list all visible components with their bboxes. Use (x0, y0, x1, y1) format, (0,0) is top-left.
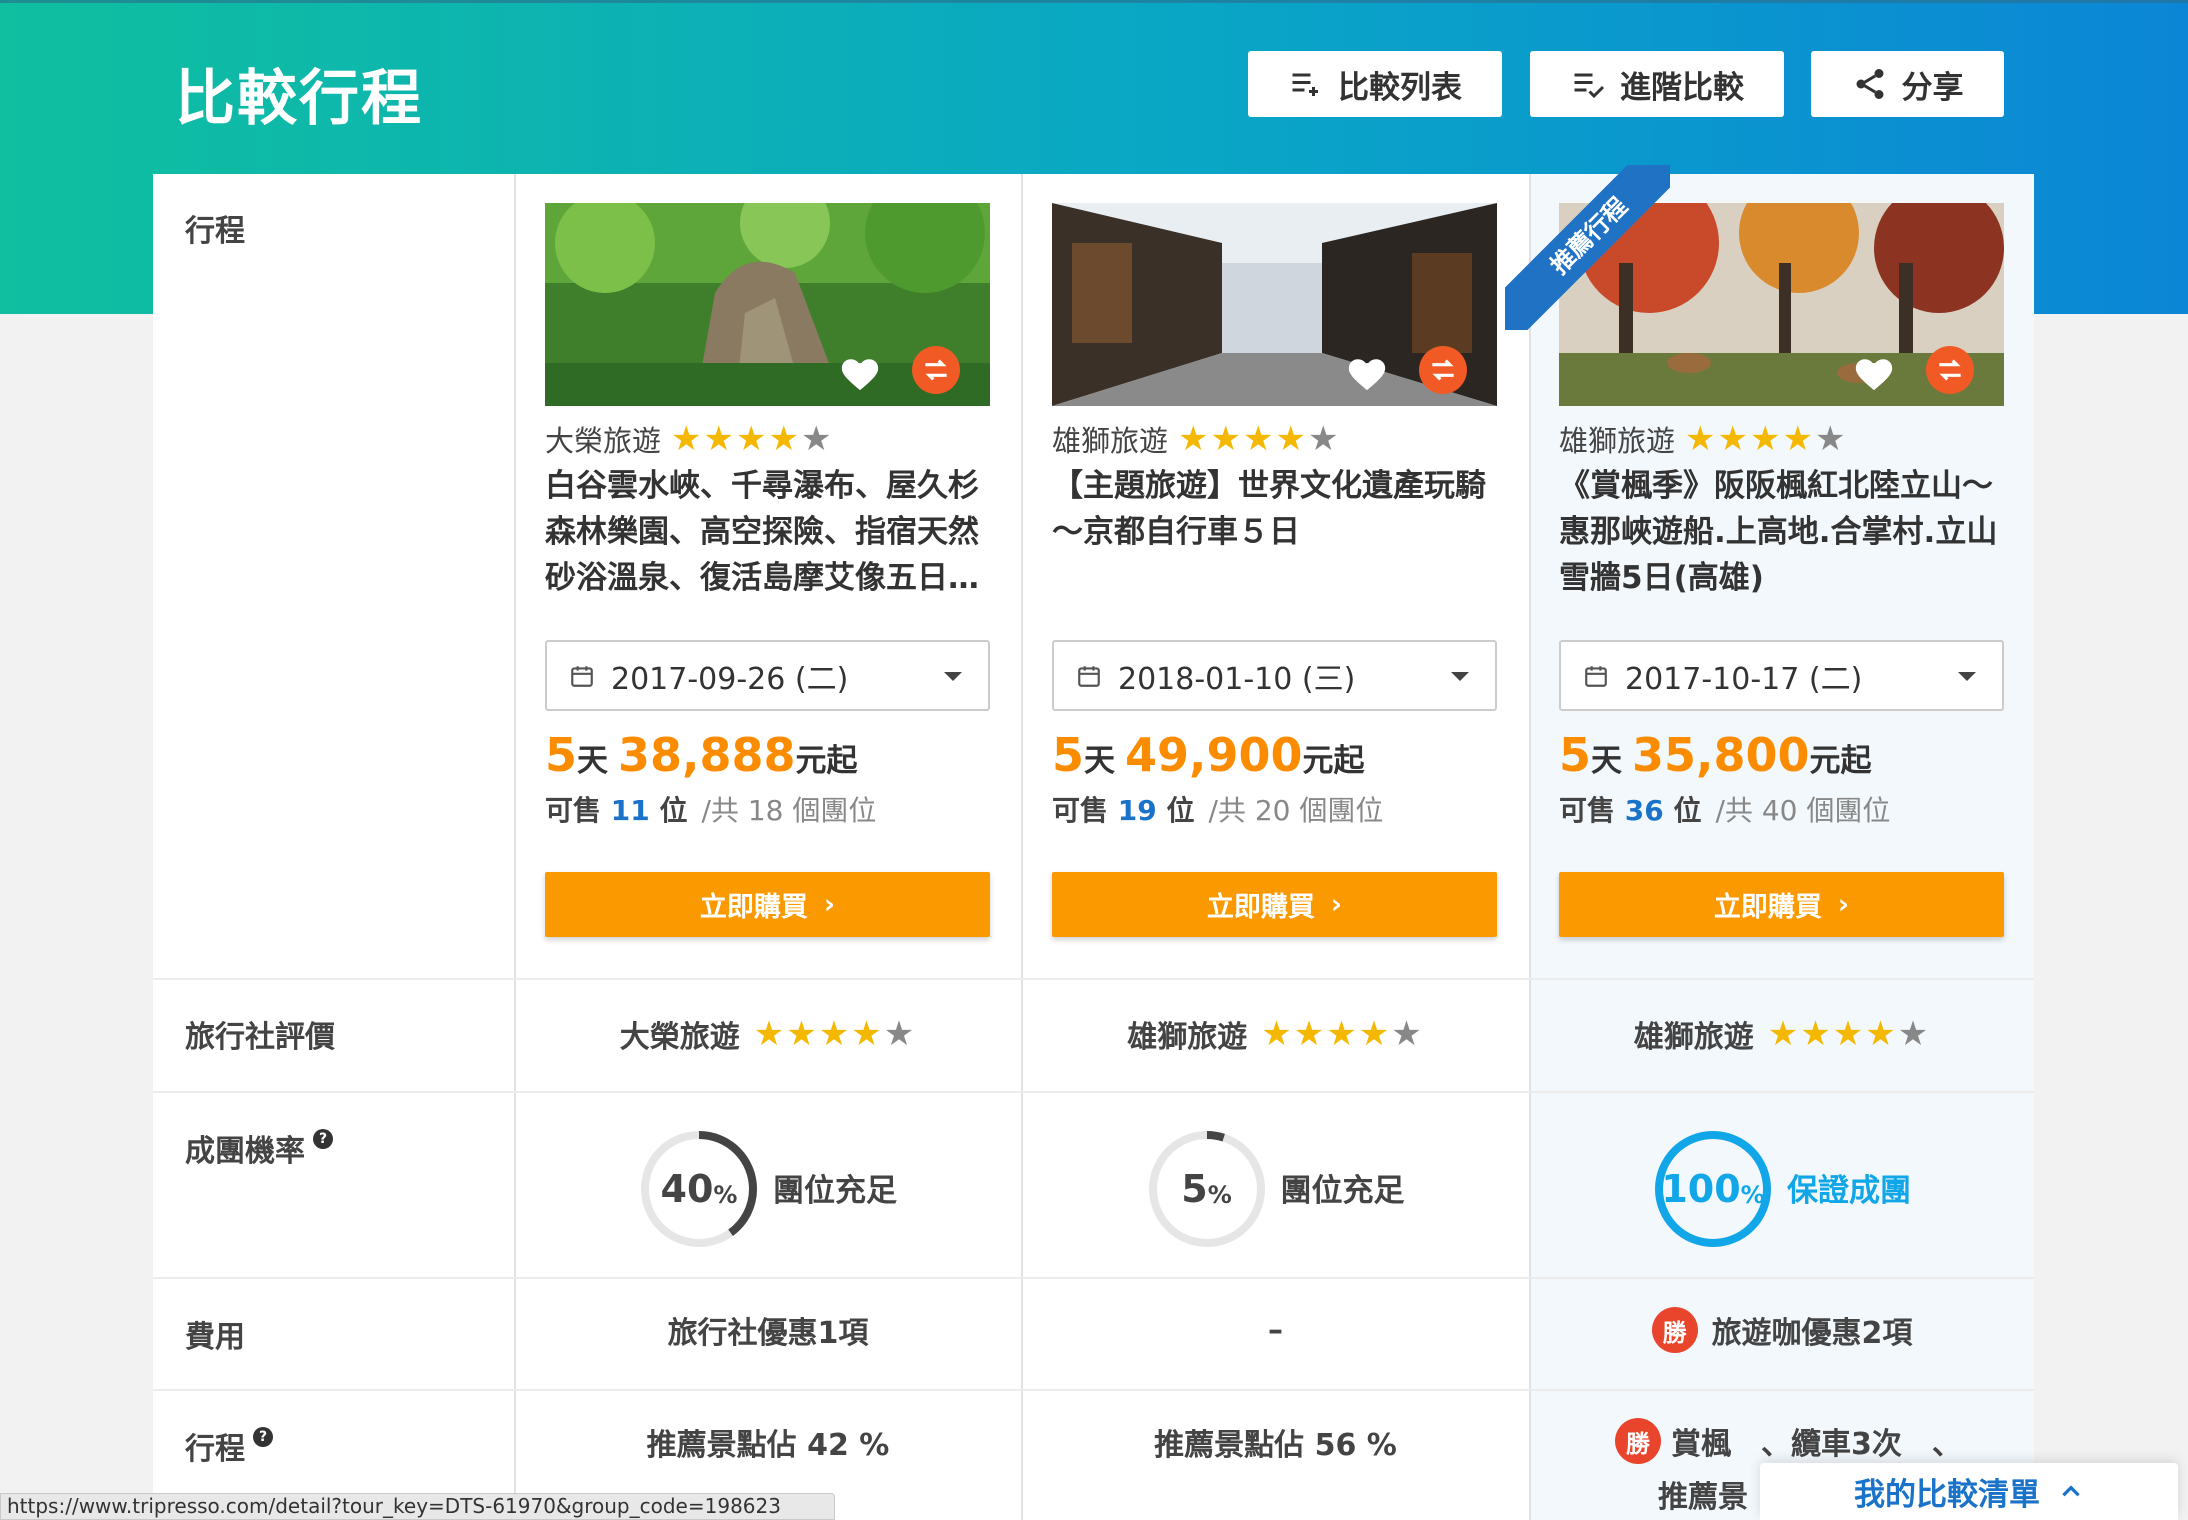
compare-list-button[interactable]: 比較列表 (1248, 51, 1502, 117)
tour-name[interactable]: 白谷雲水峽、千尋瀑布、屋久杉森林樂園、高空探險、指宿天然砂浴溫泉、復活島摩艾像五… (545, 463, 990, 601)
tour-name[interactable]: 《賞楓季》阪阪楓紅北陸立山～惠那峽遊船.上高地.合掌村.立山雪牆5日(高雄) (1559, 463, 2004, 601)
calendar-icon (1585, 665, 1607, 687)
compare-list-label: 比較列表 (1338, 69, 1462, 106)
seat-availability: 可售 36 位/共 40 個團位 (1559, 794, 1891, 827)
chevron-down-icon (944, 672, 962, 681)
tour-agency: 大榮旅遊 ★★★★★ (545, 419, 834, 459)
compare-swap-icon[interactable] (1926, 346, 1974, 394)
departure-date-select[interactable]: 2017-09-26 (二) (545, 640, 990, 711)
buy-now-button[interactable]: 立即購買 › (1052, 872, 1497, 937)
buy-now-button[interactable]: 立即購買 › (1559, 872, 2004, 937)
agency-rating-cell: 大榮旅遊 ★★★★★ (619, 1014, 917, 1055)
probability-ring: 5% (1147, 1129, 1267, 1249)
row-divider (153, 1277, 2034, 1279)
departure-date-value: 2017-10-17 (二) (1625, 661, 1863, 697)
heart-icon[interactable] (838, 352, 882, 392)
star-rating: ★★★★★ (753, 1014, 917, 1054)
row-label-agency-rating: 旅行社評價 (185, 1020, 335, 1055)
group-probability-cell: 100% 保證成團 (1530, 1124, 2034, 1254)
browser-status-url: https://www.tripresso.com/detail?tour_ke… (0, 1493, 835, 1520)
calendar-icon (1078, 665, 1100, 687)
itinerary-detail-line: 推薦景 (1658, 1480, 1748, 1515)
tour-price: 5 天 35,800 元起 (1559, 728, 1872, 782)
buy-now-button[interactable]: 立即購買 › (545, 872, 990, 937)
group-probability-cell: 5% 團位充足 (1022, 1124, 1529, 1254)
compare-swap-icon[interactable] (1419, 346, 1467, 394)
compare-swap-icon[interactable] (912, 346, 960, 394)
itinerary-detail-cell: 勝賞楓 、纜車3次 、 (1615, 1418, 1962, 1464)
tour-photo[interactable] (545, 203, 990, 406)
tour-price: 5 天 49,900 元起 (1052, 728, 1365, 782)
probability-label: 保證成團 (1787, 1172, 1911, 1209)
header-topline (0, 0, 2188, 3)
row-divider (153, 978, 2034, 980)
calendar-icon (571, 665, 593, 687)
help-icon[interactable]: ? (253, 1427, 273, 1447)
chevron-right-icon: › (1330, 889, 1343, 920)
row-divider (153, 1389, 2034, 1391)
probability-ring: 100% (1653, 1129, 1773, 1249)
tour-photo[interactable] (1052, 203, 1497, 406)
star-rating: ★★★★★ (1261, 1014, 1424, 1054)
agency-rating-cell: 雄獅旅遊 ★★★★★ (1633, 1014, 1931, 1055)
playlist-check-icon (1574, 73, 1605, 99)
departure-date-value: 2018-01-10 (三) (1118, 661, 1356, 697)
probability-label: 團位充足 (1280, 1172, 1405, 1209)
departure-date-value: 2017-09-26 (二) (611, 661, 849, 697)
row-label-cost: 費用 (185, 1320, 245, 1355)
share-icon (1856, 69, 1883, 99)
star-rating: ★★★★★ (1178, 419, 1341, 459)
row-label-itinerary: 行程 (185, 214, 245, 249)
share-button[interactable]: 分享 (1811, 51, 2004, 117)
win-badge-icon: 勝 (1615, 1418, 1661, 1464)
group-probability-cell: 40% 團位充足 (515, 1124, 1021, 1254)
itinerary-detail-cell: 推薦景點佔 42 % (646, 1428, 890, 1463)
chevron-down-icon (1958, 672, 1976, 681)
cost-cell: 旅行社優惠1項 (667, 1316, 869, 1351)
row-label-itinerary-detail: 行程? (185, 1424, 273, 1468)
cost-cell: – (1268, 1312, 1283, 1348)
departure-date-select[interactable]: 2017-10-17 (二) (1559, 640, 2004, 711)
seat-availability: 可售 11 位/共 18 個團位 (545, 794, 877, 827)
heart-icon[interactable] (1852, 352, 1896, 392)
chevron-right-icon: › (1837, 889, 1850, 920)
seat-availability: 可售 19 位/共 20 個團位 (1052, 794, 1384, 827)
tour-name[interactable]: 【主題旅遊】世界文化遺產玩騎～京都自行車５日 (1052, 463, 1497, 555)
tour-agency: 雄獅旅遊 ★★★★★ (1052, 419, 1341, 459)
agency-rating-cell: 雄獅旅遊 ★★★★★ (1127, 1014, 1424, 1055)
departure-date-select[interactable]: 2018-01-10 (三) (1052, 640, 1497, 711)
chevron-up-icon (2062, 1484, 2080, 1496)
star-rating: ★★★★★ (671, 419, 834, 459)
itinerary-detail-cell: 推薦景點佔 56 % (1154, 1428, 1397, 1463)
row-label-group-probability: 成團機率? (185, 1126, 333, 1170)
star-rating: ★★★★★ (1685, 419, 1848, 459)
help-icon[interactable]: ? (313, 1129, 333, 1149)
recommended-ribbon: 推薦行程 (1505, 165, 1670, 330)
probability-ring: 40% (639, 1129, 759, 1249)
heart-icon[interactable] (1345, 352, 1389, 392)
win-badge-icon: 勝 (1651, 1307, 1698, 1353)
page-title: 比較行程 (175, 64, 423, 134)
cost-cell: 勝旅遊咖優惠2項 (1530, 1302, 2034, 1358)
playlist-add-icon (1292, 73, 1318, 96)
advanced-compare-button[interactable]: 進階比較 (1530, 51, 1784, 117)
advanced-compare-label: 進階比較 (1620, 69, 1744, 106)
share-label: 分享 (1901, 69, 1964, 106)
tour-agency: 雄獅旅遊 ★★★★★ (1559, 419, 1848, 459)
my-compare-list-tab[interactable]: 我的比較清單 (1760, 1463, 2178, 1520)
tour-price: 5 天 38,888 元起 (545, 728, 858, 782)
row-divider (153, 1091, 2034, 1093)
star-rating: ★★★★★ (1767, 1014, 1931, 1054)
chevron-right-icon: › (823, 889, 836, 920)
chevron-down-icon (1451, 672, 1469, 681)
probability-label: 團位充足 (773, 1172, 897, 1209)
